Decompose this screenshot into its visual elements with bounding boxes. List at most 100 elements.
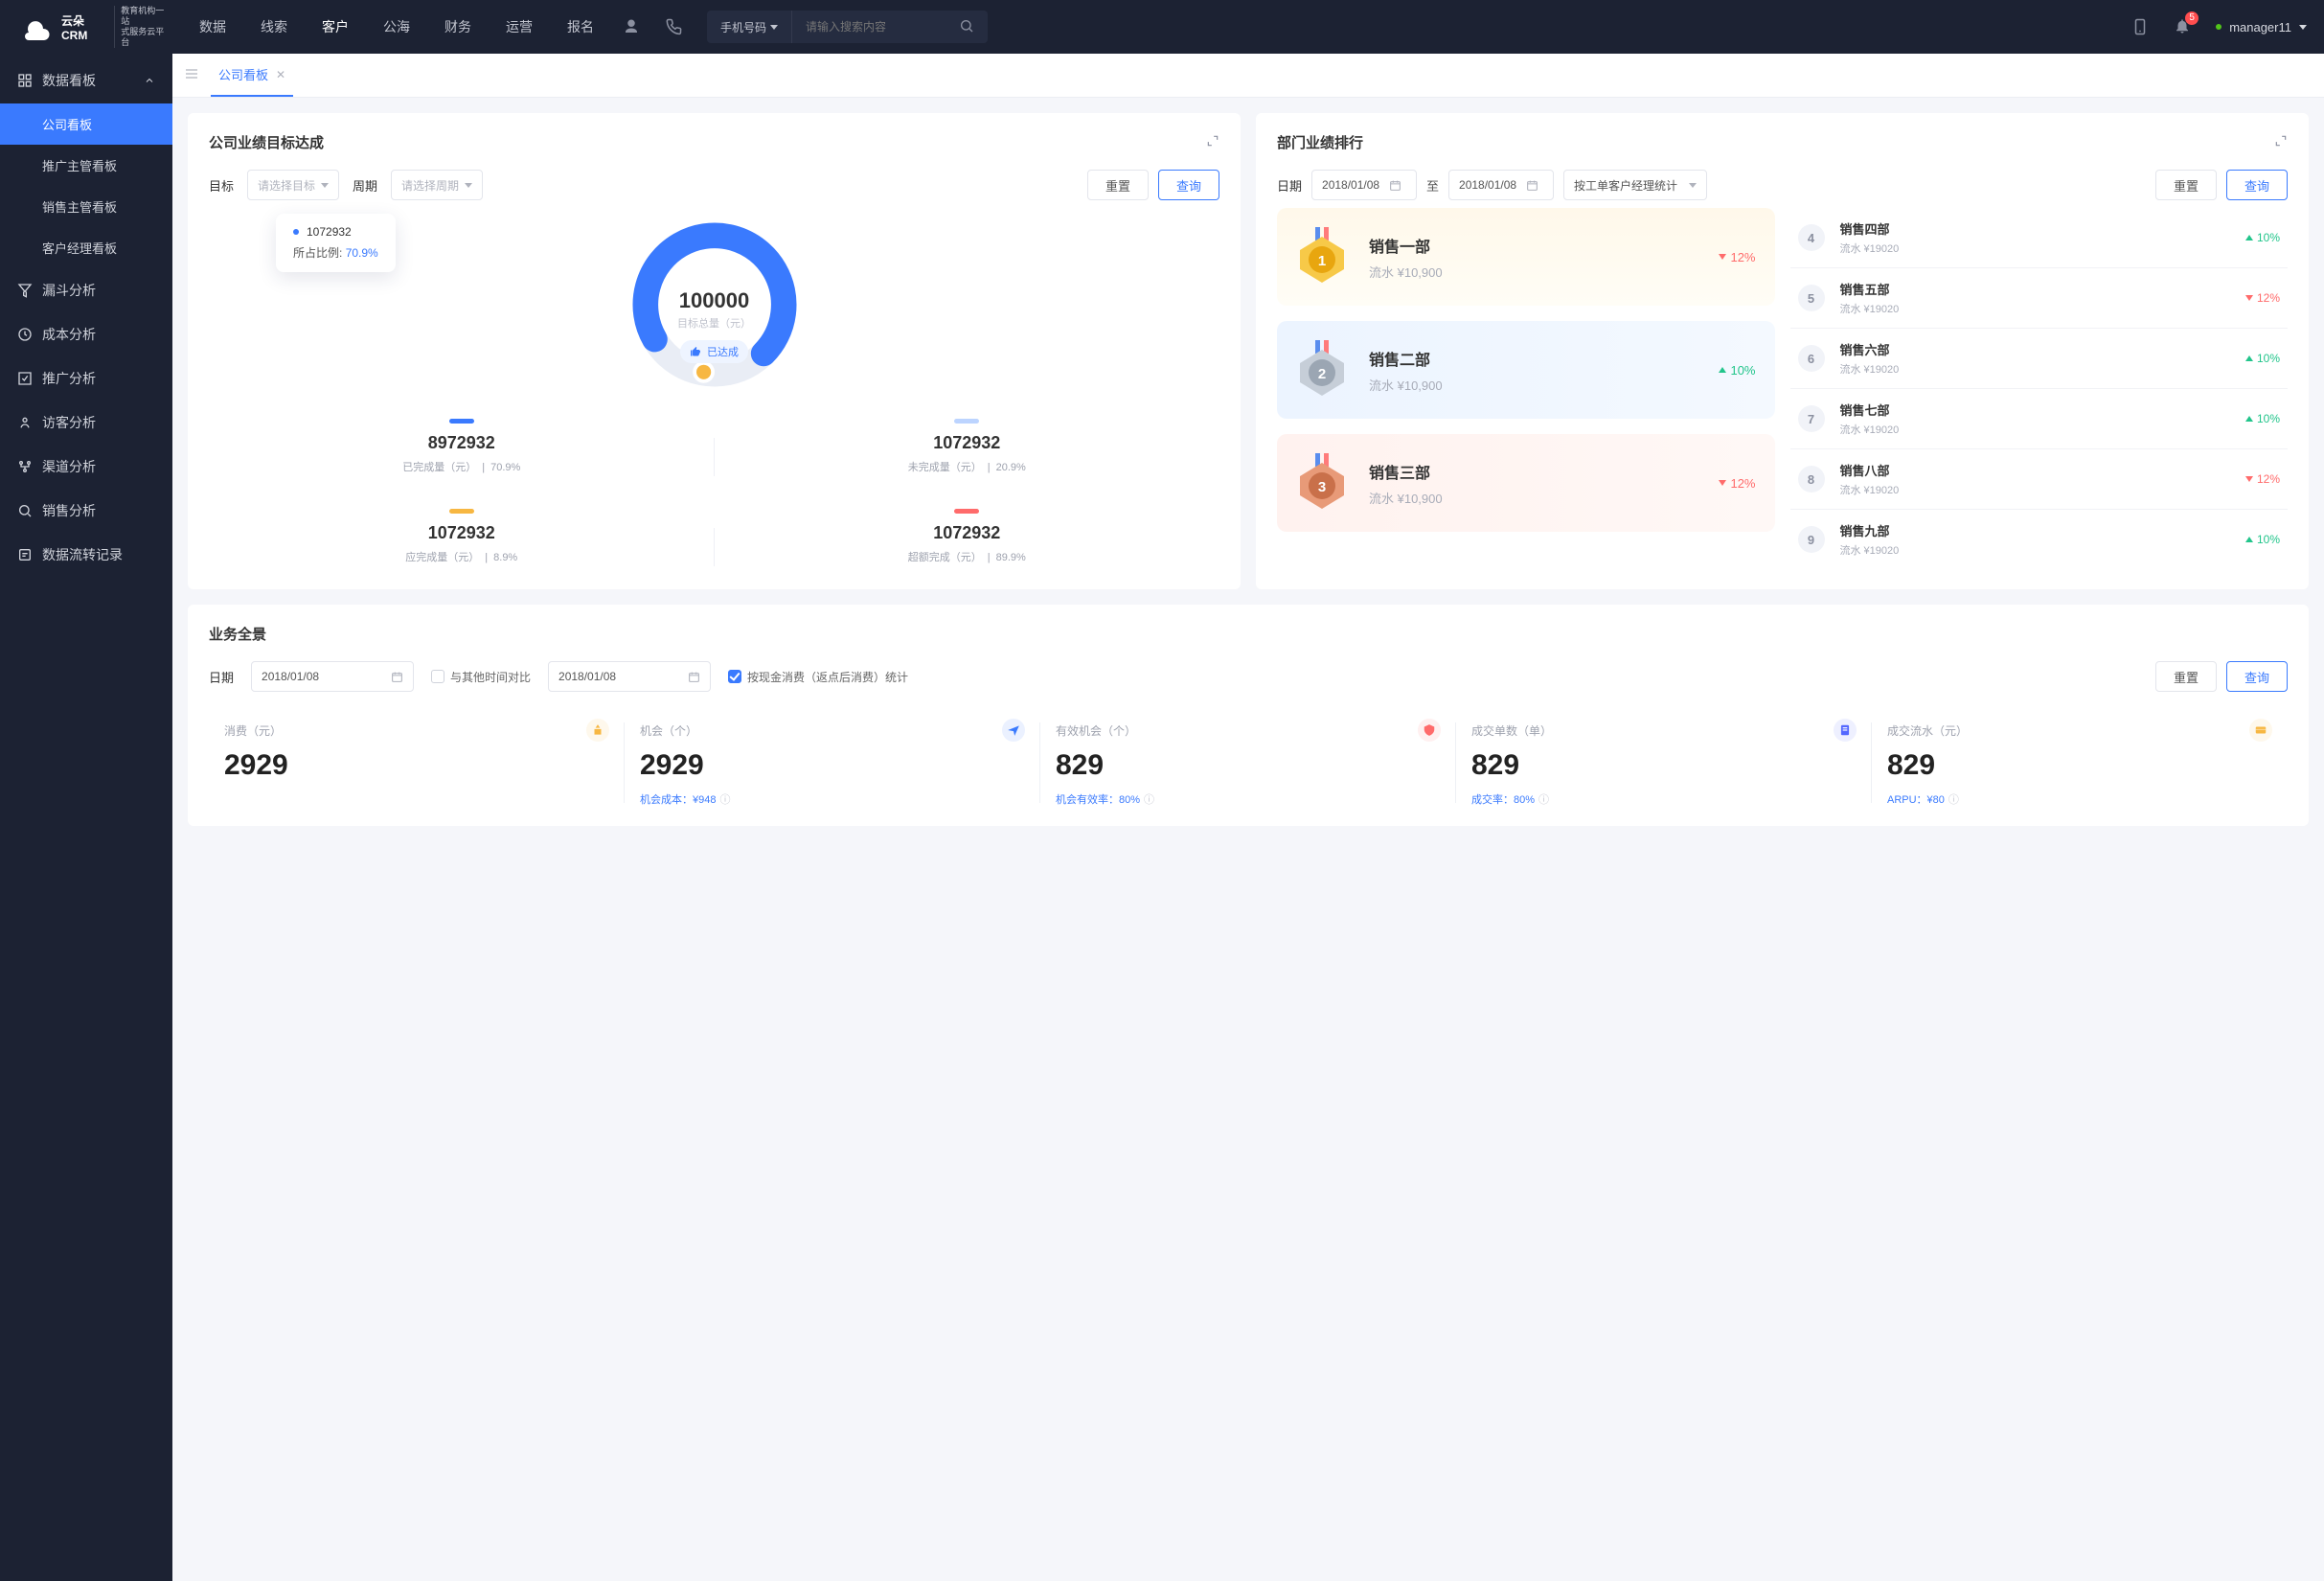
rank-revenue: 流水 ¥10,900 — [1369, 263, 1443, 281]
sidebar-collapse-button[interactable] — [184, 66, 199, 84]
search-button[interactable] — [946, 18, 988, 36]
rank-top-card: 3销售三部流水 ¥10,90012% — [1277, 434, 1775, 532]
select-stat-mode[interactable]: 按工单客户经理统计 — [1563, 170, 1707, 200]
sidebar-item[interactable]: 成本分析 — [0, 312, 172, 356]
select-placeholder: 请选择目标 — [258, 177, 315, 194]
sidebar-sub-item[interactable]: 客户经理看板 — [0, 227, 172, 268]
rank-revenue: 流水 ¥10,900 — [1369, 376, 1443, 394]
dashboard-icon — [17, 73, 33, 88]
sidebar-sub-item[interactable]: 推广主管看板 — [0, 145, 172, 186]
rank-name: 销售六部 — [1840, 340, 1900, 358]
btn-label: 重置 — [2174, 176, 2199, 195]
achieved-text: 已达成 — [707, 344, 739, 359]
medal-icon: 1 — [1296, 231, 1348, 283]
donut-total-label: 目标总量（元） — [209, 315, 1219, 331]
help-icon[interactable]: ⓘ — [1538, 791, 1549, 807]
sidebar-item[interactable]: 漏斗分析 — [0, 268, 172, 312]
expand-button[interactable] — [1206, 134, 1219, 150]
rank-row: 6销售六部流水 ¥1902010% — [1790, 329, 2289, 389]
select-placeholder: 请选择周期 — [401, 177, 459, 194]
menu-label: 成本分析 — [42, 325, 96, 344]
select-target[interactable]: 请选择目标 — [247, 170, 339, 200]
mobile-icon[interactable] — [2131, 16, 2149, 37]
kpi-label: 有效机会（个） — [1056, 722, 1136, 739]
rank-row: 5销售五部流水 ¥1902012% — [1790, 268, 2289, 329]
magnify-icon — [959, 18, 974, 34]
topnav-item[interactable]: 线索 — [261, 17, 287, 36]
search-input[interactable] — [792, 20, 946, 34]
thumb-up-icon — [690, 346, 701, 357]
topnav-item[interactable]: 运营 — [506, 17, 533, 36]
sidebar-item[interactable]: 数据流转记录 — [0, 533, 172, 577]
topnav-item[interactable]: 公海 — [383, 17, 410, 36]
calendar-icon — [1389, 179, 1401, 192]
sidebar-sub-item[interactable]: 公司看板 — [0, 103, 172, 145]
menu-icon — [17, 283, 33, 298]
medal-icon: 3 — [1296, 457, 1348, 509]
tab-company-dashboard[interactable]: 公司看板 ✕ — [211, 54, 293, 97]
rank-top-card: 2销售二部流水 ¥10,90010% — [1277, 321, 1775, 419]
sidebar: 数据看板 公司看板推广主管看板销售主管看板客户经理看板 漏斗分析成本分析推广分析… — [0, 54, 172, 1581]
notifications[interactable]: 5 — [2174, 17, 2191, 37]
card-dept-ranking: 部门业绩排行 日期 2018/01/08 至 2018/01/08 — [1256, 113, 2309, 589]
rank-delta: 12% — [1719, 250, 1755, 264]
delta-arrow-icon — [2245, 537, 2253, 542]
help-icon[interactable]: ⓘ — [1144, 791, 1154, 807]
card-title: 部门业绩排行 — [1277, 132, 1363, 152]
delta-arrow-icon — [2245, 295, 2253, 301]
delta-arrow-icon — [2245, 235, 2253, 241]
date-input-1[interactable]: 2018/01/08 — [251, 661, 414, 692]
date-from-input[interactable]: 2018/01/08 — [1311, 170, 1417, 200]
search-scope-select[interactable]: 手机号码 — [707, 11, 792, 43]
help-icon[interactable]: ⓘ — [1948, 791, 1959, 807]
query-button[interactable]: 查询 — [2226, 170, 2288, 200]
svg-text:2: 2 — [1318, 366, 1326, 382]
sidebar-sub-item[interactable]: 销售主管看板 — [0, 186, 172, 227]
date-value: 2018/01/08 — [262, 670, 381, 683]
topnav-item[interactable]: 报名 — [567, 17, 594, 36]
rank-row: 8销售八部流水 ¥1902012% — [1790, 449, 2289, 510]
user-menu[interactable]: manager11 — [2216, 20, 2307, 34]
logo[interactable]: 云朵CRM 教育机构一站 式服务云平台 — [17, 6, 171, 48]
date-to-input[interactable]: 2018/01/08 — [1448, 170, 1554, 200]
rank-name: 销售四部 — [1840, 219, 1900, 238]
rank-revenue: 流水 ¥19020 — [1840, 542, 1900, 558]
topbar: 云朵CRM 教育机构一站 式服务云平台 数据线索客户公海财务运营报名 手机号码 … — [0, 0, 2324, 54]
sidebar-item[interactable]: 访客分析 — [0, 401, 172, 445]
reset-button[interactable]: 重置 — [1087, 170, 1149, 200]
label-date: 日期 — [1277, 176, 1302, 195]
reset-button[interactable]: 重置 — [2155, 661, 2217, 692]
sidebar-item[interactable]: 渠道分析 — [0, 445, 172, 489]
compare-checkbox[interactable]: 与其他时间对比 — [431, 669, 531, 685]
stat-value: 1072932 — [715, 433, 1220, 453]
sidebar-group-dashboard[interactable]: 数据看板 — [0, 57, 172, 103]
select-period[interactable]: 请选择周期 — [391, 170, 483, 200]
sidebar-item[interactable]: 销售分析 — [0, 489, 172, 533]
sidebar-group-label: 数据看板 — [42, 71, 96, 90]
date-input-2[interactable]: 2018/01/08 — [548, 661, 711, 692]
topnav-item[interactable]: 财务 — [444, 17, 471, 36]
topnav-item[interactable]: 客户 — [322, 17, 349, 36]
rank-delta: 10% — [2245, 412, 2280, 425]
donut-total: 100000 — [209, 288, 1219, 313]
phone-icon[interactable] — [665, 18, 682, 35]
brand-sub: 教育机构一站 式服务云平台 — [114, 6, 171, 48]
topnav-item[interactable]: 数据 — [199, 17, 226, 36]
person-icon[interactable] — [623, 18, 640, 35]
kpi-cell: 成交流水（元）829ARPU：¥80 ⓘ — [1872, 719, 2288, 807]
rank-revenue: 流水 ¥19020 — [1840, 422, 1900, 437]
query-button[interactable]: 查询 — [1158, 170, 1219, 200]
query-button[interactable]: 查询 — [2226, 661, 2288, 692]
expand-button[interactable] — [2274, 134, 2288, 150]
reset-button[interactable]: 重置 — [2155, 170, 2217, 200]
kpi-footnote: 成交率：80% ⓘ — [1471, 791, 1857, 807]
close-icon[interactable]: ✕ — [276, 68, 285, 81]
help-icon[interactable]: ⓘ — [719, 791, 730, 807]
sidebar-item[interactable]: 推广分析 — [0, 356, 172, 401]
btn-label: 查询 — [1176, 176, 1201, 195]
rank-name: 销售九部 — [1840, 521, 1900, 539]
rank-delta: 10% — [2245, 352, 2280, 365]
cash-checkbox[interactable]: 按现金消费（返点后消费）统计 — [728, 669, 908, 685]
notif-badge: 5 — [2185, 11, 2199, 25]
card-business-panorama: 业务全景 日期 2018/01/08 与其他时间对比 2018/01/08 — [188, 605, 2309, 826]
